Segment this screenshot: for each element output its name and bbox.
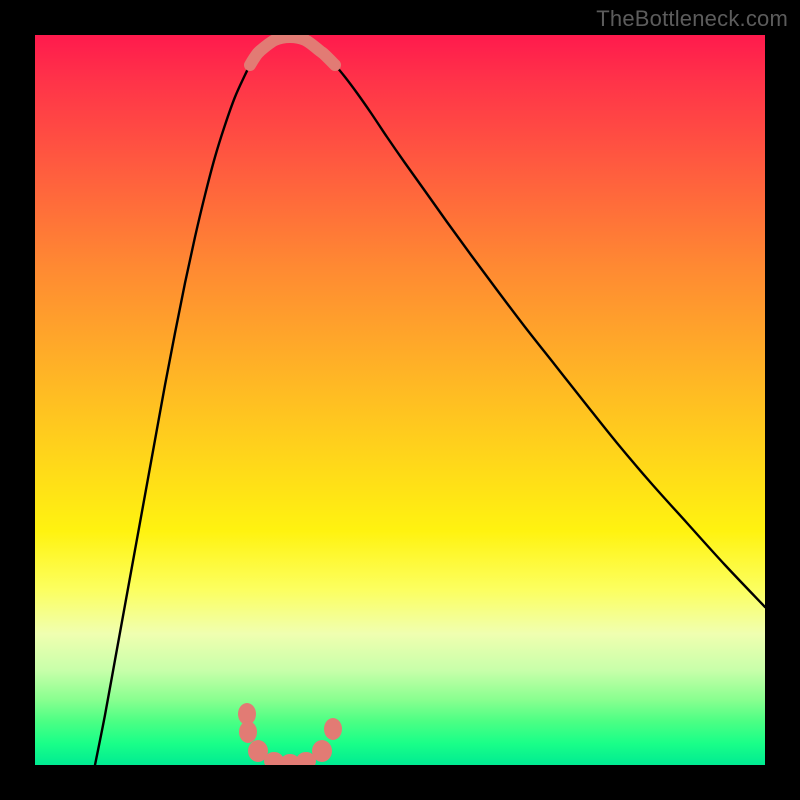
marker-l-upper-2 <box>239 721 257 743</box>
chart-frame: TheBottleneck.com <box>0 0 800 800</box>
curve-left-branch <box>95 51 260 765</box>
curve-layer <box>35 35 765 765</box>
curve-right-branch <box>320 51 765 607</box>
plot-area <box>35 35 765 765</box>
marker-r-upper <box>324 718 342 740</box>
marker-r-lower <box>312 740 332 762</box>
watermark-text: TheBottleneck.com <box>596 6 788 32</box>
rope-floor <box>250 37 335 65</box>
